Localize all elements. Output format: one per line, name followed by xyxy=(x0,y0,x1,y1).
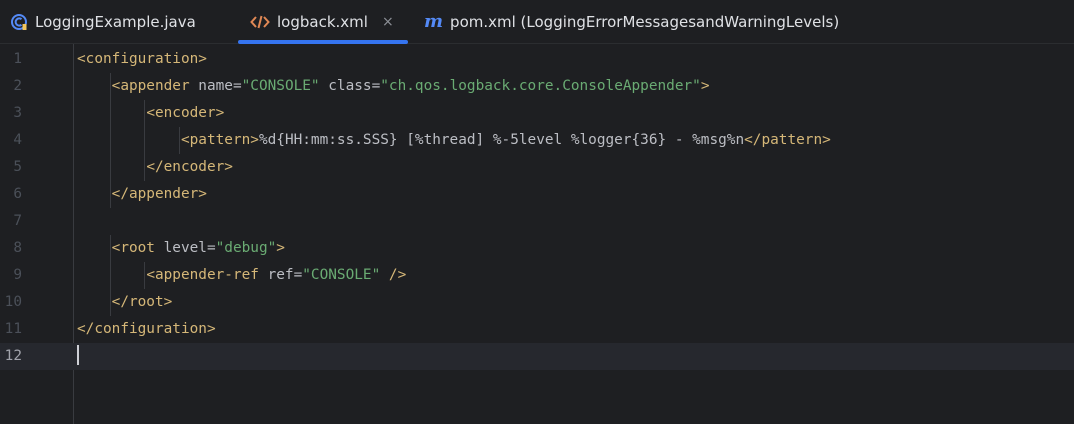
code-token: </encoder> xyxy=(146,159,233,175)
code-text: <configuration> xyxy=(77,46,207,73)
code-token: <appender-ref xyxy=(146,267,268,283)
code-text: <encoder> xyxy=(77,100,224,127)
code-token: <pattern> xyxy=(180,132,259,148)
line-number: 8 xyxy=(13,240,22,256)
line-number: 2 xyxy=(13,78,22,94)
text-caret xyxy=(77,344,79,365)
line-number: 12 xyxy=(4,348,22,364)
tab-logging-example-java[interactable]: LoggingExample.java xyxy=(10,0,196,44)
xml-file-icon xyxy=(250,14,270,30)
code-line[interactable]: 11 </configuration> xyxy=(0,316,1074,343)
line-number: 10 xyxy=(4,294,22,310)
tab-label: LoggingExample.java xyxy=(35,13,196,31)
code-token: ref= xyxy=(267,267,303,283)
code-line[interactable]: 2 <appender name="CONSOLE" class="ch.qos… xyxy=(0,73,1074,100)
code-token: "CONSOLE" xyxy=(241,78,320,94)
code-line[interactable]: 4 <pattern>%d{HH:mm:ss.SSS} [%thread] %-… xyxy=(0,127,1074,154)
line-number: 3 xyxy=(13,105,22,121)
code-text: </configuration> xyxy=(77,316,216,343)
editor-tab-bar: LoggingExample.java logback.xml × m pom.… xyxy=(0,0,1074,44)
code-text xyxy=(77,343,79,370)
code-line[interactable]: 1 <configuration> xyxy=(0,46,1074,73)
code-token: > xyxy=(700,78,710,94)
code-token: > xyxy=(276,240,285,256)
code-token: /> xyxy=(380,267,407,283)
code-line[interactable]: 6 </appender> xyxy=(0,181,1074,208)
code-token: </appender> xyxy=(111,186,207,202)
tab-logback-xml[interactable]: logback.xml × xyxy=(238,0,408,44)
code-text: <pattern>%d{HH:mm:ss.SSS} [%thread] %-5l… xyxy=(77,127,831,154)
code-text: <root level="debug"> xyxy=(77,235,285,262)
code-line[interactable]: 8 <root level="debug"> xyxy=(0,235,1074,262)
code-text: </appender> xyxy=(77,181,207,208)
code-token: </root> xyxy=(111,294,173,310)
close-icon[interactable]: × xyxy=(382,14,394,30)
code-token: <configuration> xyxy=(77,51,207,67)
code-line[interactable]: 12 xyxy=(0,343,1074,370)
code-token: <root xyxy=(111,240,164,256)
code-token: class= xyxy=(319,78,381,94)
code-line[interactable]: 5 </encoder> xyxy=(0,154,1074,181)
code-line[interactable]: 3 <encoder> xyxy=(0,100,1074,127)
code-text: </root> xyxy=(77,289,173,316)
code-token: <appender xyxy=(111,78,199,94)
java-class-icon xyxy=(10,13,28,31)
code-text: </encoder> xyxy=(77,154,233,181)
tab-label: pom.xml (LoggingErrorMessagesandWarningL… xyxy=(450,13,840,31)
code-editor[interactable]: 1 <configuration> 2 <appender name="CONSOL… xyxy=(0,44,1074,424)
line-number: 7 xyxy=(13,213,22,229)
line-number: 9 xyxy=(13,267,22,283)
code-token: <encoder> xyxy=(146,105,225,121)
code-token: "CONSOLE" xyxy=(302,267,381,283)
code-token: %d{HH:mm:ss.SSS} [%thread] %-5level %log… xyxy=(258,132,745,148)
maven-icon: m xyxy=(424,11,444,32)
code-token: </pattern> xyxy=(744,132,831,148)
line-number: 4 xyxy=(13,132,22,148)
code-text: <appender-ref ref="CONSOLE" /> xyxy=(77,262,406,289)
tab-pom-xml[interactable]: m pom.xml (LoggingErrorMessagesandWarnin… xyxy=(424,0,839,44)
code-line[interactable]: 7 xyxy=(0,208,1074,235)
code-token: </configuration> xyxy=(77,321,216,337)
code-line[interactable]: 9 <appender-ref ref="CONSOLE" /> xyxy=(0,262,1074,289)
code-token: "debug" xyxy=(215,240,277,256)
code-token: level= xyxy=(163,240,216,256)
code-token: "ch.qos.logback.core.ConsoleAppender" xyxy=(380,78,701,94)
line-number: 6 xyxy=(13,186,22,202)
line-number: 1 xyxy=(13,51,22,67)
line-number: 11 xyxy=(4,321,22,337)
line-number: 5 xyxy=(13,159,22,175)
code-token: name= xyxy=(198,78,242,94)
code-text: <appender name="CONSOLE" class="ch.qos.l… xyxy=(77,73,710,100)
tab-label: logback.xml xyxy=(277,13,368,31)
code-line[interactable]: 10 </root> xyxy=(0,289,1074,316)
